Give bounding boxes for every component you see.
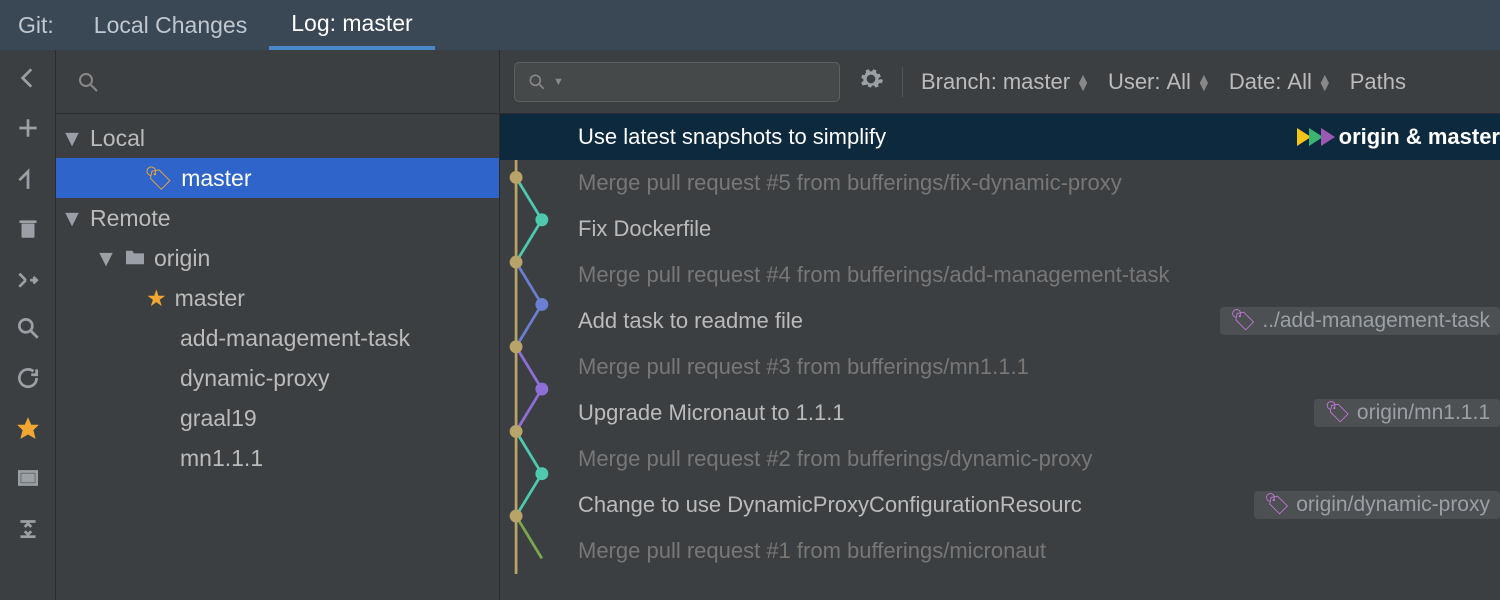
commit-row[interactable]: Merge pull request #2 from bufferings/dy… xyxy=(500,436,1500,482)
tree-label: Local xyxy=(90,125,145,152)
sort-icon: ▲▼ xyxy=(1318,74,1332,90)
commit-message: Add task to readme file xyxy=(578,308,1220,334)
commit-row[interactable]: Merge pull request #5 from bufferings/fi… xyxy=(500,160,1500,206)
tree-label: graal19 xyxy=(180,405,257,432)
search-icon xyxy=(527,72,547,92)
tag-icon: 🏷 xyxy=(1230,309,1257,333)
commit-message: Change to use DynamicProxyConfigurationR… xyxy=(578,492,1254,518)
back-icon[interactable] xyxy=(14,64,42,92)
search-icon xyxy=(76,70,100,94)
tree-label: master xyxy=(175,285,245,312)
folder-icon xyxy=(124,245,146,272)
commit-message: Merge pull request #2 from bufferings/dy… xyxy=(578,446,1500,472)
filter-date[interactable]: Date: All ▲▼ xyxy=(1229,69,1332,95)
branch-badge: 🏷../add-management-task xyxy=(1220,307,1500,335)
tree-origin[interactable]: ▼ origin xyxy=(56,238,499,278)
commit-message: Merge pull request #3 from bufferings/mn… xyxy=(578,354,1500,380)
commit-list: Use latest snapshots to simplify origin … xyxy=(500,114,1500,574)
tree-label: dynamic-proxy xyxy=(180,365,330,392)
tag-icon: 🏷 xyxy=(1264,493,1291,517)
tree-local[interactable]: ▼ Local xyxy=(56,118,499,158)
tag-icon: 🏷 xyxy=(144,165,173,192)
plus-icon[interactable] xyxy=(14,114,42,142)
tree-label: add-management-task xyxy=(180,325,410,352)
trash-icon[interactable] xyxy=(14,214,42,242)
chevron-down-icon: ▼ xyxy=(62,125,82,152)
tree-origin-master[interactable]: ★ master xyxy=(56,278,499,318)
merge-arrows-icon[interactable] xyxy=(14,264,42,292)
head-badge: origin & master xyxy=(1297,124,1500,150)
chevron-down-icon: ▼ xyxy=(553,76,564,88)
tree-remote[interactable]: ▼ Remote xyxy=(56,198,499,238)
refresh-icon[interactable] xyxy=(14,364,42,392)
sort-icon: ▲▼ xyxy=(1076,74,1090,90)
separator xyxy=(902,67,903,97)
branch-badge: 🏷origin/mn1.1.1 xyxy=(1314,399,1500,427)
tag-icon: 🏷 xyxy=(1324,401,1351,425)
tree-remote-branch[interactable]: mn1.1.1 xyxy=(56,438,499,478)
commit-row[interactable]: Change to use DynamicProxyConfigurationR… xyxy=(500,482,1500,528)
chevron-down-icon: ▼ xyxy=(62,205,82,232)
search-icon[interactable] xyxy=(14,314,42,342)
log-panel: ▼ Branch: master ▲▼ User: All ▲▼ Date: A… xyxy=(500,50,1500,600)
commit-message: Upgrade Micronaut to 1.1.1 xyxy=(578,400,1314,426)
chevron-down-icon: ▼ xyxy=(96,245,116,272)
commit-row[interactable]: Use latest snapshots to simplify origin … xyxy=(500,114,1500,160)
filter-branch[interactable]: Branch: master ▲▼ xyxy=(921,69,1090,95)
left-toolbar xyxy=(0,50,56,600)
commit-row[interactable]: Merge pull request #4 from bufferings/ad… xyxy=(500,252,1500,298)
branches-search[interactable] xyxy=(56,50,499,114)
commit-arrow-icon[interactable] xyxy=(14,164,42,192)
branch-badge: 🏷origin/dynamic-proxy xyxy=(1254,491,1500,519)
tree-label: Remote xyxy=(90,205,171,232)
tree-label: mn1.1.1 xyxy=(180,445,263,472)
commit-row[interactable]: Upgrade Micronaut to 1.1.1🏷origin/mn1.1.… xyxy=(500,390,1500,436)
tab-local-changes[interactable]: Local Changes xyxy=(72,0,269,50)
star-icon[interactable] xyxy=(14,414,42,442)
tree-local-master[interactable]: 🏷 master xyxy=(56,158,499,198)
tree-remote-branch[interactable]: add-management-task xyxy=(56,318,499,358)
tab-log[interactable]: Log: master xyxy=(269,0,434,50)
commit-message: Fix Dockerfile xyxy=(578,216,1500,242)
tree-remote-branch[interactable]: dynamic-proxy xyxy=(56,358,499,398)
commit-message: Use latest snapshots to simplify xyxy=(578,124,1297,150)
commit-row[interactable]: Add task to readme file🏷../add-managemen… xyxy=(500,298,1500,344)
top-tabbar: Git: Local Changes Log: master xyxy=(0,0,1500,50)
star-icon: ★ xyxy=(146,285,167,312)
filter-paths[interactable]: Paths xyxy=(1350,69,1406,95)
branches-panel: ▼ Local 🏷 master ▼ Remote ▼ origin xyxy=(56,50,500,600)
git-label: Git: xyxy=(12,0,72,50)
sort-icon: ▲▼ xyxy=(1197,74,1211,90)
tree-label: origin xyxy=(154,245,210,272)
tree-label: master xyxy=(181,165,251,192)
commit-row[interactable]: Merge pull request #1 from bufferings/mi… xyxy=(500,528,1500,574)
filter-user[interactable]: User: All ▲▼ xyxy=(1108,69,1211,95)
commit-message: Merge pull request #4 from bufferings/ad… xyxy=(578,262,1500,288)
frame-icon[interactable] xyxy=(14,464,42,492)
log-search-input[interactable]: ▼ xyxy=(514,62,840,102)
commit-message: Merge pull request #5 from bufferings/fi… xyxy=(578,170,1500,196)
log-toolbar: ▼ Branch: master ▲▼ User: All ▲▼ Date: A… xyxy=(500,50,1500,114)
gear-icon[interactable] xyxy=(858,66,884,98)
expand-icon[interactable] xyxy=(14,514,42,542)
commit-message: Merge pull request #1 from bufferings/mi… xyxy=(578,538,1500,564)
commit-row[interactable]: Fix Dockerfile xyxy=(500,206,1500,252)
commit-row[interactable]: Merge pull request #3 from bufferings/mn… xyxy=(500,344,1500,390)
tree-remote-branch[interactable]: graal19 xyxy=(56,398,499,438)
